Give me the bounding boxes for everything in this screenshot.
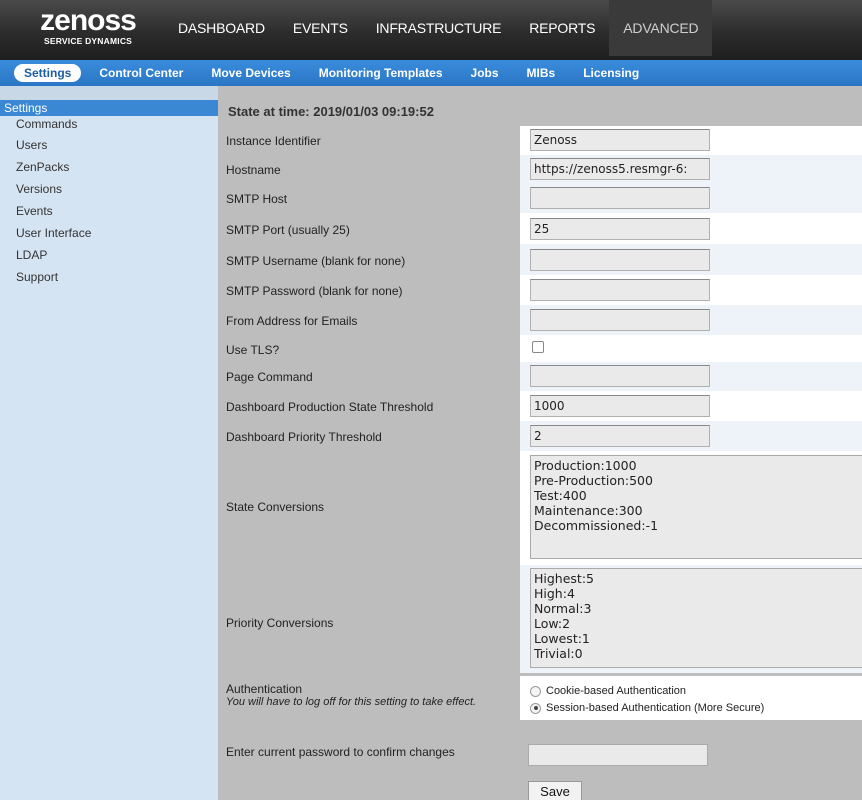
text-line: High:4 [534,586,575,601]
nav-reports[interactable]: REPORTS [515,0,609,56]
settings-panel: State at time: 2019/01/03 09:19:52 Insta… [218,86,862,800]
sidebar-item-users[interactable]: Users [0,134,218,156]
row-priority-threshold: Dashboard Priority Threshold 2 [218,421,862,451]
instance-identifier-field[interactable]: Zenoss [530,129,710,151]
from-address-field[interactable] [530,309,710,331]
radio-label: Cookie-based Authentication [546,685,687,697]
text-line: Highest:5 [534,571,594,586]
priority-conversions-textarea[interactable]: Highest:5 High:4 Normal:3 Low:2 Lowest:1… [530,568,862,668]
field-label: Dashboard Production State Threshold [226,400,434,414]
state-title: State at time: 2019/01/03 09:19:52 [228,104,434,119]
sidebar-item-ldap[interactable]: LDAP [0,244,218,266]
row-from-address: From Address for Emails [218,305,862,335]
row-smtp-username: SMTP Username (blank for none) [218,244,862,275]
row-hostname: Hostname https://zenoss5.resmgr-6: [218,155,862,184]
subnav-licensing[interactable]: Licensing [583,66,639,80]
sub-nav: Settings Control Center Move Devices Mon… [14,60,667,86]
text-line: Maintenance:300 [534,503,643,518]
field-label: Page Command [226,370,313,384]
current-password-field[interactable] [528,744,708,766]
row-page-command: Page Command [218,362,862,391]
field-label: Priority Conversions [226,616,334,630]
text-line: Production:1000 [534,458,637,473]
row-state-conversions: State Conversions Production:1000 Pre-Pr… [218,451,862,565]
row-confirm-password: Enter current password to confirm change… [218,741,862,771]
sidebar-item-versions[interactable]: Versions [0,178,218,200]
field-label: SMTP Host [226,192,288,206]
row-instance-identifier: Instance Identifier Zenoss [218,126,862,155]
sidebar-item-support[interactable]: Support [0,266,218,288]
cookie-auth-option[interactable]: Cookie-based Authentication [530,685,686,697]
field-label: From Address for Emails [226,314,358,328]
smtp-password-field[interactable] [530,279,710,301]
smtp-host-field[interactable] [530,187,710,209]
row-priority-conversions: Priority Conversions Highest:5 High:4 No… [218,565,862,673]
text-line: Pre-Production:500 [534,473,653,488]
radio-checked[interactable] [530,702,541,714]
authentication-note: You will have to log off for this settin… [226,696,477,708]
priority-threshold-field[interactable]: 2 [530,425,710,447]
row-smtp-host: SMTP Host [218,184,862,213]
page-command-field[interactable] [530,365,710,387]
field-label: Hostname [226,163,281,177]
row-authentication: Authentication You will have to log off … [218,676,862,720]
smtp-port-field[interactable]: 25 [530,218,710,240]
row-smtp-port: SMTP Port (usually 25) 25 [218,213,862,244]
row-use-tls: Use TLS? [218,335,862,362]
subnav-move-devices[interactable]: Move Devices [211,66,290,80]
confirm-password-label: Enter current password to confirm change… [226,745,455,759]
text-line: Trivial:0 [534,646,583,661]
field-label: Dashboard Priority Threshold [226,430,382,444]
field-label: State Conversions [226,500,325,514]
sidebar-item-events[interactable]: Events [0,200,218,222]
sidebar-item-user-interface[interactable]: User Interface [0,222,218,244]
sidebar-item-zenpacks[interactable]: ZenPacks [0,156,218,178]
text-line: Lowest:1 [534,631,590,646]
zenoss-logo[interactable]: zenoss SERVICE DYNAMICS [32,6,144,50]
save-button[interactable]: Save [528,781,582,800]
field-label: SMTP Username (blank for none) [226,254,406,268]
production-threshold-field[interactable]: 1000 [530,395,710,417]
state-conversions-textarea[interactable]: Production:1000 Pre-Production:500 Test:… [530,455,862,559]
text-line: Test:400 [534,488,587,503]
smtp-username-field[interactable] [530,249,710,271]
field-label: Instance Identifier [226,134,321,148]
text-line: Low:2 [534,616,571,631]
nav-infrastructure[interactable]: INFRASTRUCTURE [362,0,516,56]
subnav-mibs[interactable]: MIBs [527,66,556,80]
radio-unchecked[interactable] [530,685,541,697]
text-line: Normal:3 [534,601,592,616]
logo-subtitle: SERVICE DYNAMICS [43,36,133,46]
nav-events[interactable]: EVENTS [279,0,362,56]
field-label: Use TLS? [226,343,280,357]
row-smtp-password: SMTP Password (blank for none) [218,275,862,305]
radio-label: Session-based Authentication (More Secur… [546,702,765,714]
nav-dashboard[interactable]: DASHBOARD [164,0,279,56]
sidebar-item-commands[interactable]: Commands [0,114,218,134]
field-label: SMTP Password (blank for none) [226,284,403,298]
logo-word: zenoss [40,4,137,37]
sub-nav-bar: Settings Control Center Move Devices Mon… [0,60,862,86]
top-header: zenoss SERVICE DYNAMICS DASHBOARD EVENTS… [0,0,862,60]
text-line: Decommissioned:-1 [534,518,659,533]
field-label: SMTP Port (usually 25) [226,223,350,237]
nav-advanced[interactable]: ADVANCED [609,0,713,56]
field-label: Authentication [226,682,303,696]
subnav-monitoring-templates[interactable]: Monitoring Templates [319,66,443,80]
row-production-threshold: Dashboard Production State Threshold 100… [218,391,862,421]
session-auth-option[interactable]: Session-based Authentication (More Secur… [530,702,764,714]
use-tls-checkbox[interactable] [532,341,544,353]
subnav-jobs[interactable]: Jobs [471,66,499,80]
sidebar: Settings Commands Users ZenPacks Version… [0,86,218,800]
subnav-settings[interactable]: Settings [14,64,82,82]
main-nav: DASHBOARD EVENTS INFRASTRUCTURE REPORTS … [164,0,713,56]
subnav-control-center[interactable]: Control Center [99,66,183,80]
hostname-field[interactable]: https://zenoss5.resmgr-6: [530,158,710,180]
